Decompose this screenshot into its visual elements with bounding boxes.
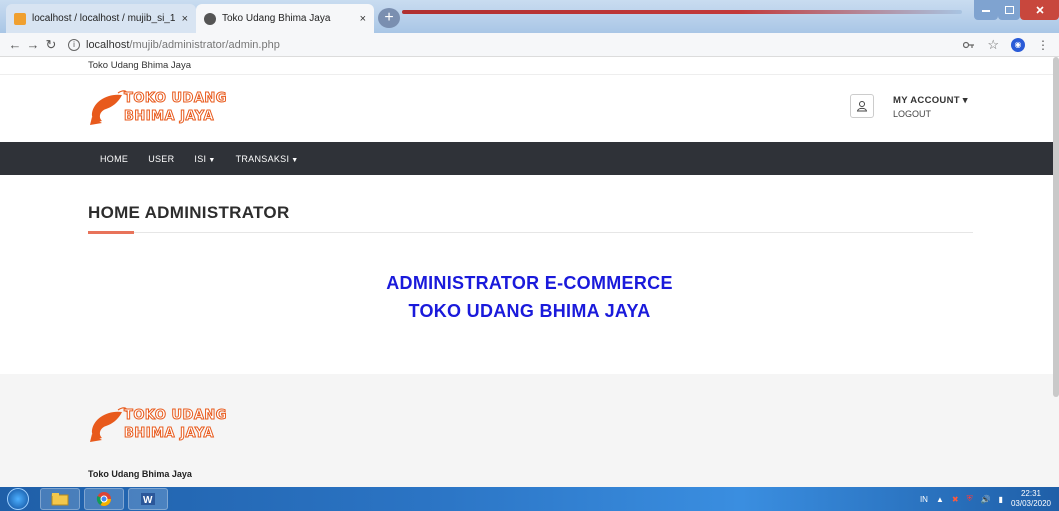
- browser-tab-bar: localhost / localhost / mujib_si_1 × Tok…: [0, 0, 1059, 33]
- minimize-icon: [982, 9, 990, 12]
- security-icon[interactable]: ⛨: [967, 494, 973, 504]
- svg-text:W: W: [143, 495, 153, 506]
- nav-user[interactable]: USER: [148, 154, 174, 164]
- site-logo[interactable]: TOKO UDANG BHIMA JAYA: [88, 85, 238, 133]
- main-content: HOME ADMINISTRATOR ADMINISTRATOR E-COMME…: [0, 175, 1059, 375]
- tab-title: localhost / localhost / mujib_si_1: [32, 13, 176, 24]
- tab-phpmyadmin[interactable]: localhost / localhost / mujib_si_1 ×: [6, 4, 196, 33]
- clock-time: 22:31: [1020, 489, 1041, 498]
- address-path: /mujib/administrator/admin.php: [129, 38, 280, 51]
- tab-close-icon[interactable]: ×: [360, 13, 366, 25]
- window-close-button[interactable]: [1020, 0, 1059, 20]
- signal-icon[interactable]: ▮: [999, 495, 1003, 504]
- account-menu: MY ACCOUNT ▾ LOGOUT: [893, 95, 968, 119]
- minimize-button[interactable]: [974, 0, 998, 20]
- address-host: localhost: [86, 38, 130, 51]
- tab-title: Toko Udang Bhima Jaya: [222, 13, 331, 24]
- nav-label: ISI: [194, 153, 207, 164]
- main-navbar: HOME USER ISI ▼ TRANSAKSI ▼: [0, 142, 1059, 175]
- reload-icon[interactable]: ↻: [42, 37, 60, 53]
- my-account-dropdown[interactable]: MY ACCOUNT ▾: [893, 95, 968, 106]
- account-button[interactable]: [850, 94, 874, 118]
- footer-logo[interactable]: TOKO UDANG BHIMA JAYA: [88, 402, 238, 450]
- caret-down-icon: ▼: [291, 156, 299, 164]
- shrimp-icon: [90, 90, 128, 125]
- key-icon[interactable]: [963, 41, 975, 49]
- clock[interactable]: 22:31 03/03/2020: [1011, 489, 1051, 509]
- nav-label: USER: [148, 153, 175, 164]
- hero-line-1: ADMINISTRATOR E-COMMERCE: [386, 273, 673, 293]
- close-icon: [1035, 6, 1044, 14]
- taskbar-explorer[interactable]: [40, 488, 80, 510]
- extension-icon[interactable]: ◉: [1011, 37, 1025, 52]
- nav-home[interactable]: HOME: [100, 154, 128, 164]
- tab-toko-udang[interactable]: Toko Udang Bhima Jaya ×: [196, 4, 374, 33]
- chrome-icon: [96, 492, 111, 506]
- web-page: Toko Udang Bhima Jaya TOKO UDANG BHIMA J…: [0, 57, 1059, 487]
- site-footer: TOKO UDANG BHIMA JAYA Toko Udang Bhima J…: [0, 374, 1059, 487]
- language-indicator[interactable]: IN: [920, 495, 928, 504]
- logo-text-line1: TOKO UDANG: [124, 91, 227, 107]
- hero-line-2: TOKO UDANG BHIMA JAYA: [408, 301, 651, 321]
- phpmyadmin-icon: [14, 12, 26, 25]
- folder-icon: [51, 493, 69, 506]
- show-hidden-icons-icon[interactable]: ▲: [936, 495, 944, 504]
- menu-dots-icon[interactable]: ⋮: [1037, 38, 1049, 52]
- caret-down-icon: ▼: [208, 156, 216, 164]
- forward-arrow-icon[interactable]: →: [24, 37, 42, 52]
- word-icon: W: [141, 493, 155, 506]
- info-icon[interactable]: i: [68, 38, 80, 51]
- logo-text-line2: BHIMA JAYA: [123, 426, 215, 442]
- page-scrollbar[interactable]: [1053, 57, 1059, 397]
- page-title: HOME ADMINISTRATOR: [88, 203, 290, 222]
- system-tray: IN ▲ ✖ ⛨ 🔊 ▮ 22:31 03/03/2020: [920, 489, 1059, 509]
- nav-label: TRANSAKSI: [235, 153, 290, 164]
- maximize-button[interactable]: [998, 0, 1020, 20]
- nav-transaksi[interactable]: TRANSAKSI ▼: [236, 154, 299, 164]
- windows-logo-icon: [7, 488, 29, 510]
- title-divider: [88, 232, 973, 233]
- address-bar[interactable]: i localhost /mujib/administrator/admin.p…: [68, 38, 963, 51]
- start-button[interactable]: [0, 487, 36, 511]
- site-header: TOKO UDANG BHIMA JAYA MY ACCOUNT ▾ LOGOU…: [0, 75, 1059, 142]
- tab-close-icon[interactable]: ×: [182, 13, 188, 25]
- footer-store-name: Toko Udang Bhima Jaya: [88, 469, 192, 479]
- taskbar-word[interactable]: W: [128, 488, 168, 510]
- title-accent-bar: [88, 231, 134, 234]
- globe-icon: [204, 12, 216, 25]
- network-warning-icon[interactable]: ✖: [952, 495, 959, 504]
- titlebar-strip: [402, 10, 962, 14]
- star-icon[interactable]: ☆: [987, 37, 999, 53]
- new-tab-button[interactable]: +: [378, 8, 400, 28]
- logo-text-line2: BHIMA JAYA: [123, 109, 215, 125]
- clock-date: 03/03/2020: [1010, 499, 1051, 508]
- maximize-icon: [1004, 6, 1014, 14]
- user-icon: [856, 101, 868, 112]
- logout-link[interactable]: LOGOUT: [893, 109, 968, 119]
- taskbar-chrome[interactable]: [84, 488, 124, 510]
- windows-taskbar: W IN ▲ ✖ ⛨ 🔊 ▮ 22:31 03/03/2020: [0, 487, 1059, 511]
- browser-toolbar: ← → ↻ i localhost /mujib/administrator/a…: [0, 33, 1059, 57]
- shrimp-icon: [90, 407, 128, 442]
- nav-label: HOME: [100, 153, 129, 164]
- logo-text-line1: TOKO UDANG: [124, 408, 227, 424]
- top-store-name: Toko Udang Bhima Jaya: [0, 57, 1059, 75]
- volume-icon[interactable]: 🔊: [981, 495, 991, 504]
- back-arrow-icon[interactable]: ←: [6, 37, 24, 52]
- nav-isi[interactable]: ISI ▼: [194, 154, 215, 164]
